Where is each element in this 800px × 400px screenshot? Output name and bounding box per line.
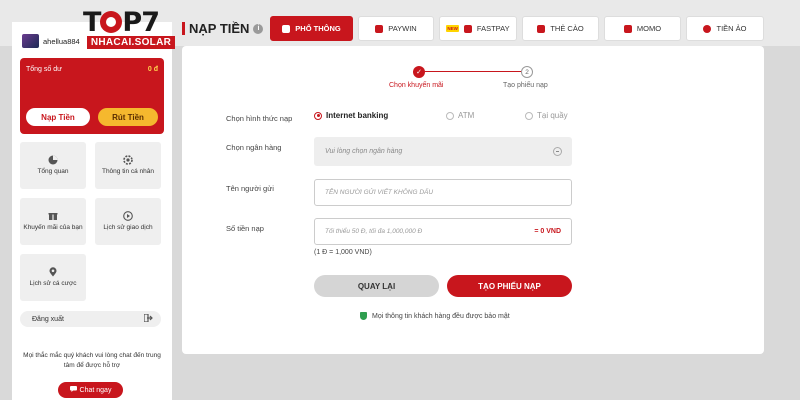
step-connector	[425, 71, 525, 72]
menu-transactions[interactable]: Lịch sử giao dịch	[95, 198, 161, 245]
menu-promotions-label: Khuyến mãi của bạn	[23, 224, 83, 232]
location-pin-icon	[48, 267, 58, 277]
chat-icon	[69, 386, 77, 394]
title-accent	[182, 22, 185, 35]
chat-label: Chat ngay	[79, 386, 112, 394]
menu-profile[interactable]: Thông tin cá nhân	[95, 142, 161, 189]
radio-label: Tại quầy	[537, 111, 568, 120]
step-2-indicator: 2	[521, 66, 533, 78]
phone-card-icon	[537, 24, 546, 33]
user-info: ahellua884	[22, 34, 80, 48]
site-logo[interactable]: T P7 NHACAI.SOLAR	[83, 7, 178, 49]
step-1-label: Chọn khuyến mãi	[389, 82, 444, 89]
security-text: Mọi thông tin khách hàng đều được bảo mậ…	[372, 312, 510, 320]
paywin-icon	[375, 24, 384, 33]
balance-card: Tổng số dư 0 đ Nạp Tiền Rút Tiền	[20, 58, 164, 134]
menu-profile-label: Thông tin cá nhân	[101, 168, 155, 176]
amount-label: Số tiền nạp	[226, 224, 264, 233]
rate-note: (1 Đ = 1,000 VND)	[314, 249, 372, 256]
chevron-down-icon	[553, 147, 562, 156]
logout-icon	[143, 313, 153, 324]
menu-overview-label: Tổng quan	[37, 168, 69, 176]
create-slip-button[interactable]: TẠO PHIẾU NẠP	[447, 275, 572, 297]
sidebar: ahellua884 Tổng số dư 0 đ Nạp Tiền Rút T…	[12, 22, 172, 400]
menu-bet-history-label: Lịch sử cá cược	[29, 280, 77, 288]
radio-label: Internet banking	[326, 111, 389, 120]
tab-label: THẺ CÀO	[550, 24, 584, 33]
balance-label: Tổng số dư	[26, 66, 62, 73]
crypto-icon	[703, 24, 712, 33]
logo-subtitle: NHACAI.SOLAR	[87, 36, 175, 49]
play-circle-icon	[123, 211, 133, 222]
step-2-label: Tạo phiếu nạp	[503, 82, 548, 89]
tab-pho-thong[interactable]: PHỔ THÔNG	[270, 16, 353, 41]
bank-select[interactable]: Vui lòng chọn ngân hàng	[314, 137, 572, 166]
page-title-wrap: NẠP TIỀN i	[182, 21, 264, 36]
radio-dot	[314, 111, 322, 120]
withdraw-button[interactable]: Rút Tiền	[98, 108, 158, 126]
deposit-panel: ✓ 2 Chọn khuyến mãi Tạo phiếu nạp Chọn h…	[182, 46, 764, 354]
menu-promotions[interactable]: Khuyến mãi của bạn	[20, 198, 86, 245]
gift-icon	[48, 211, 58, 221]
fastpay-icon	[463, 24, 472, 33]
deposit-button[interactable]: Nạp Tiền	[26, 108, 90, 126]
username: ahellua884	[43, 36, 80, 46]
help-text: Mọi thắc mắc quý khách vui lòng chat đến…	[23, 352, 161, 369]
radio-internet-banking[interactable]: Internet banking	[314, 111, 388, 120]
menu-bet-history[interactable]: Lịch sử cá cược	[20, 254, 86, 301]
tab-fastpay[interactable]: NEW FASTPAY	[439, 16, 517, 41]
back-button[interactable]: QUAY LẠI	[314, 275, 439, 297]
avatar[interactable]	[22, 34, 39, 48]
logo-mark: T P7	[83, 7, 160, 38]
radio-dot	[446, 111, 454, 120]
menu-transactions-label: Lịch sử giao dịch	[103, 224, 153, 232]
tab-the-cao[interactable]: THẺ CÀO	[522, 16, 599, 41]
menu-overview[interactable]: Tổng quan	[20, 142, 86, 189]
tab-tien-ao[interactable]: TIỀN ẢO	[686, 16, 764, 41]
radio-counter[interactable]: Tại quầy	[525, 111, 568, 120]
card-icon	[282, 24, 291, 33]
logout-button[interactable]: Đăng xuất	[20, 311, 161, 327]
security-note: Mọi thông tin khách hàng đều được bảo mậ…	[360, 312, 510, 320]
radio-dot	[525, 111, 533, 120]
new-badge: NEW	[446, 25, 459, 32]
tab-momo[interactable]: MOMO	[604, 16, 681, 41]
radio-atm[interactable]: ATM	[446, 111, 474, 120]
sender-label: Tên người gửi	[226, 184, 274, 193]
tab-label: FASTPAY	[476, 24, 510, 33]
bank-select-placeholder: Vui lòng chọn ngân hàng	[325, 148, 403, 155]
info-icon[interactable]: i	[253, 23, 264, 34]
tab-label: MOMO	[636, 24, 662, 33]
step-1-indicator: ✓	[413, 66, 425, 78]
amount-input[interactable]: Tối thiểu 50 Đ, tối đa 1,000,000 Đ = 0 V…	[314, 218, 572, 245]
page-title: NẠP TIỀN	[189, 21, 250, 36]
sender-placeholder: TÊN NGƯỜI GỬI VIẾT KHÔNG DẤU	[325, 189, 434, 196]
amount-converted: = 0 VND	[534, 228, 561, 235]
sender-name-input[interactable]: TÊN NGƯỜI GỬI VIẾT KHÔNG DẤU	[314, 179, 572, 206]
balance-value: 0 đ	[147, 66, 158, 73]
amount-placeholder: Tối thiểu 50 Đ, tối đa 1,000,000 Đ	[325, 228, 423, 235]
radio-label: ATM	[458, 111, 475, 120]
tab-label: PAYWIN	[388, 24, 417, 33]
shield-icon	[360, 312, 367, 320]
bank-label: Chọn ngân hàng	[226, 143, 282, 152]
logout-label: Đăng xuất	[32, 315, 64, 323]
tab-label: TIỀN ẢO	[716, 24, 747, 33]
logo-ball-icon	[100, 11, 123, 33]
chat-button[interactable]: Chat ngay	[58, 382, 123, 398]
tab-paywin[interactable]: PAYWIN	[358, 16, 434, 41]
tab-label: PHỔ THÔNG	[295, 24, 341, 33]
pie-chart-icon	[48, 155, 58, 165]
method-label: Chọn hình thức nạp	[226, 114, 293, 123]
gear-icon	[123, 155, 133, 166]
wallet-icon	[623, 24, 632, 33]
